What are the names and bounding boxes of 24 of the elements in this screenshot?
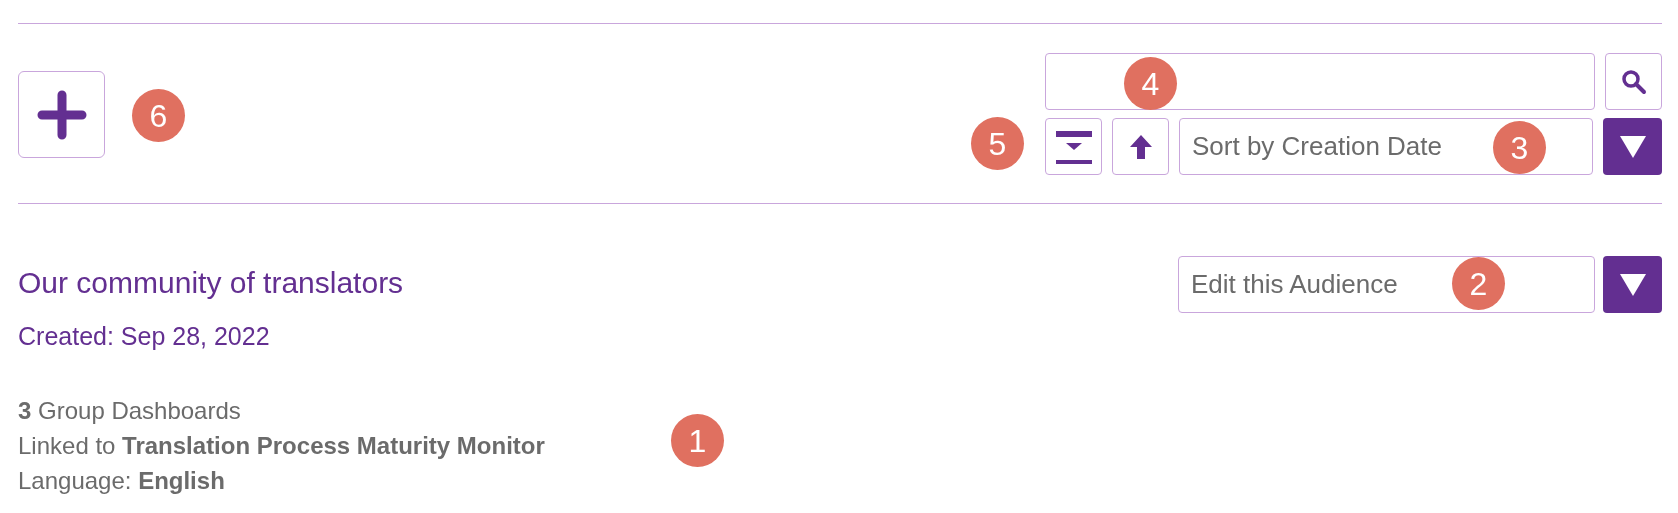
callout-badge: 6 <box>132 89 185 142</box>
callout-badge: 4 <box>1124 57 1177 110</box>
search-icon <box>1620 68 1647 95</box>
up-arrow-icon <box>1128 133 1153 160</box>
sort-direction-button[interactable] <box>1112 118 1169 175</box>
callout-badge: 5 <box>971 117 1024 170</box>
add-button[interactable] <box>18 71 105 158</box>
collapse-button[interactable] <box>1045 118 1102 175</box>
callout-badge: 2 <box>1452 257 1505 310</box>
detail-line: Linked to Translation Process Maturity Monitor <box>18 431 545 461</box>
caret-icon <box>1618 134 1647 159</box>
search-button[interactable] <box>1605 53 1662 110</box>
detail-line: 3 Group Dashboards <box>18 396 242 426</box>
callout-badge: 1 <box>671 414 724 467</box>
created-date: Created: Sep 28, 2022 <box>18 321 271 352</box>
action-dropdown-button[interactable] <box>1603 256 1662 313</box>
plus-icon <box>36 89 87 140</box>
search-field[interactable] <box>1045 53 1595 110</box>
audience-title[interactable]: Our community of translators <box>18 263 545 303</box>
collapse-icon <box>1055 128 1092 165</box>
sort-dropdown-button[interactable] <box>1603 118 1662 175</box>
callout-badge: 3 <box>1493 121 1546 174</box>
caret-icon <box>1618 272 1647 297</box>
detail-line: Language: English <box>18 466 226 496</box>
